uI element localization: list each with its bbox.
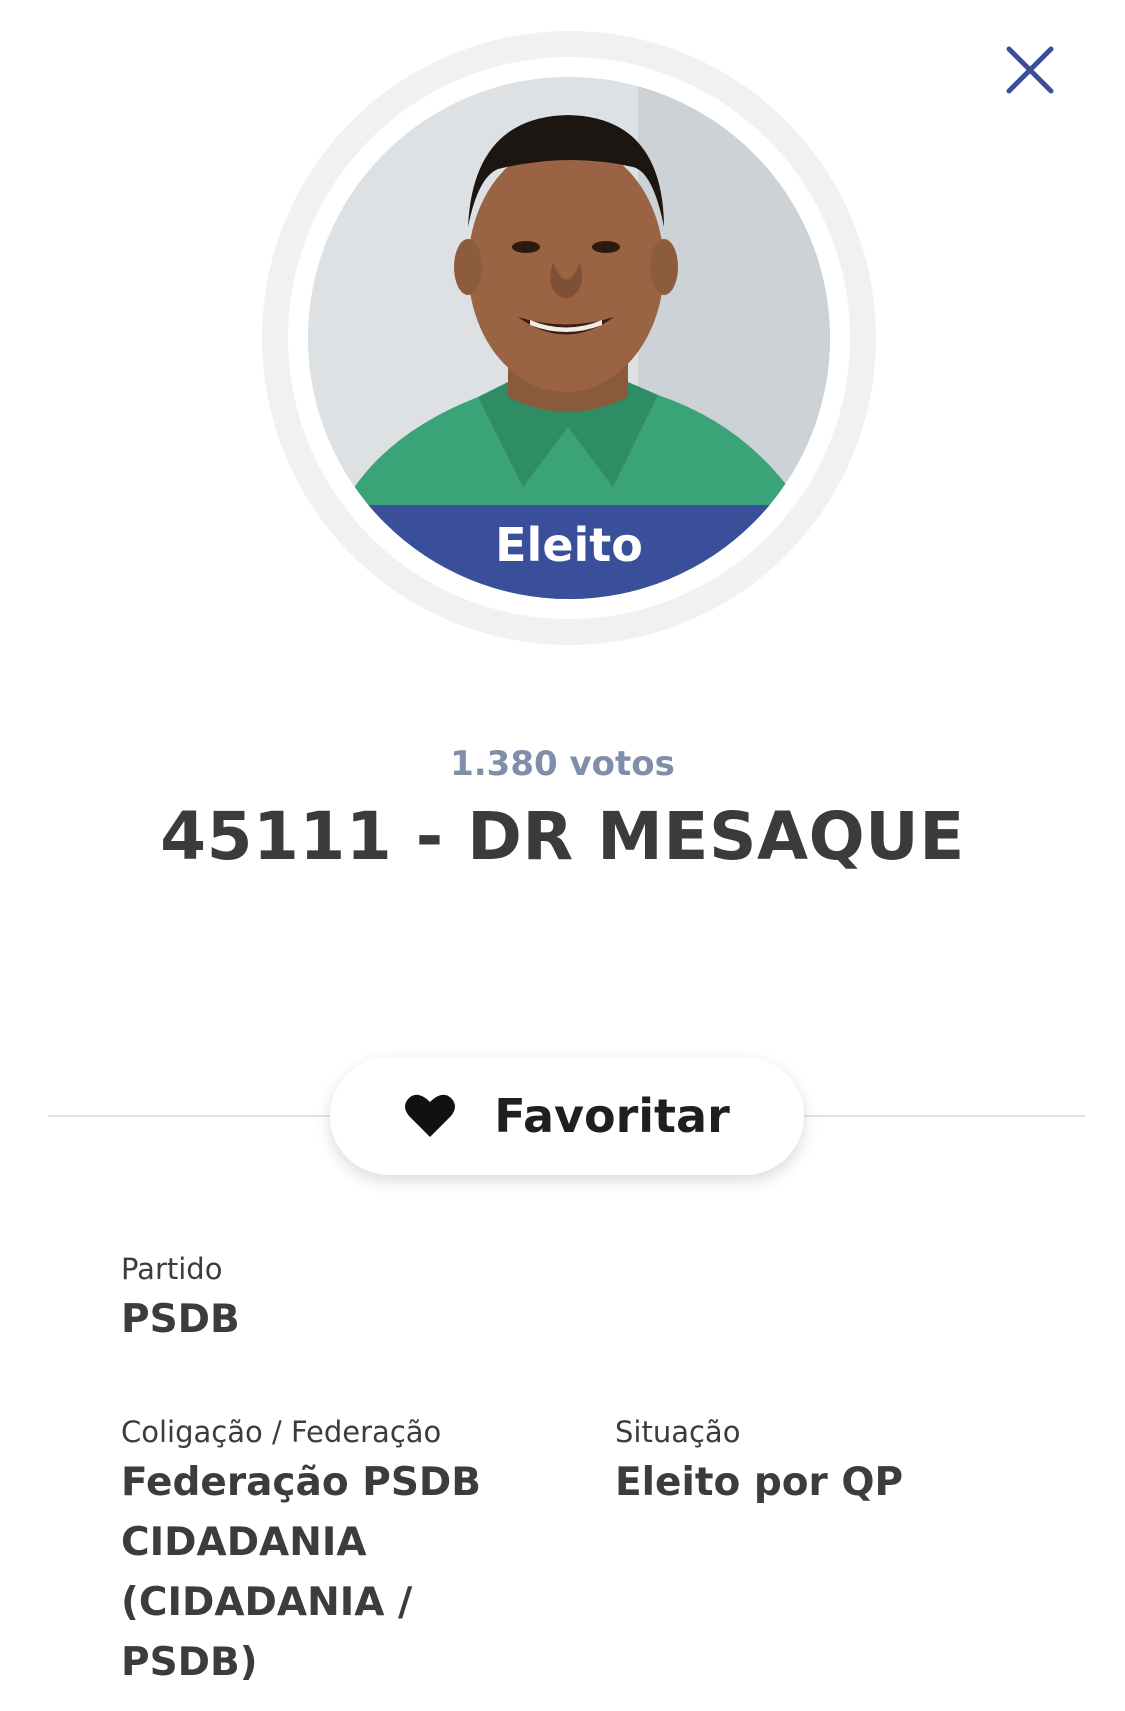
situation-label: Situação (615, 1415, 741, 1449)
vote-count: 1.380 votos (450, 744, 675, 784)
close-button[interactable] (1000, 40, 1060, 100)
close-icon (1006, 46, 1054, 94)
situation-value: Eleito por QP (615, 1460, 904, 1505)
coalition-label: Coligação / Federação (121, 1415, 442, 1449)
candidate-number-and-name: 45111 - DR MESAQUE (160, 798, 965, 875)
heart-icon (404, 1093, 456, 1139)
party-value: PSDB (121, 1297, 240, 1342)
coalition-value: Federação PSDB CIDADANIA (CIDADANIA / PS… (121, 1460, 482, 1685)
favorite-button[interactable]: Favoritar (330, 1057, 804, 1175)
elected-status-badge: Eleito (308, 505, 830, 599)
candidate-avatar: Eleito (308, 77, 830, 599)
party-label: Partido (121, 1252, 223, 1286)
favorite-label: Favoritar (494, 1089, 730, 1143)
